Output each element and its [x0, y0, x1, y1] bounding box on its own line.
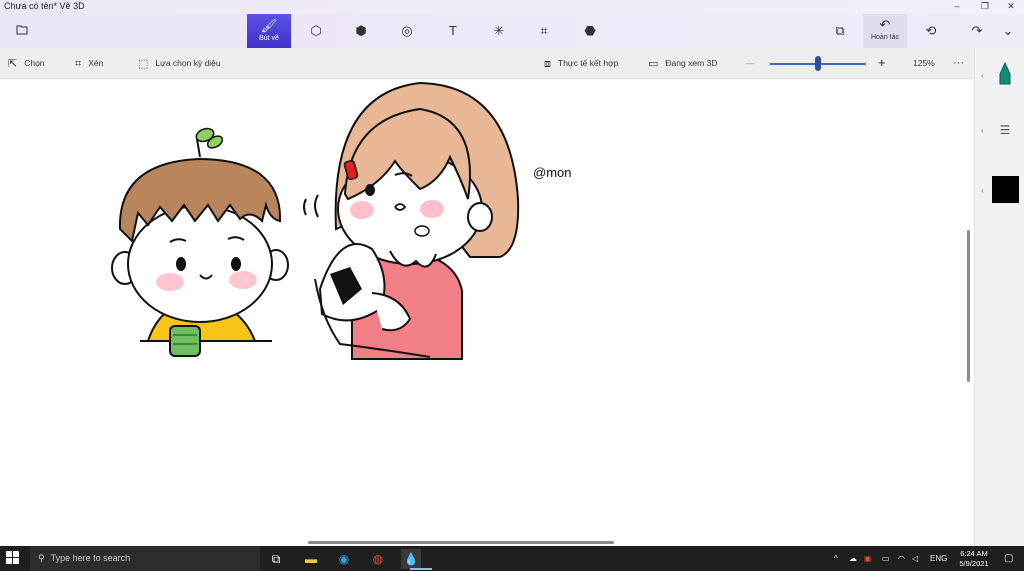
3d-library-icon: ⬣: [584, 23, 596, 38]
select-button[interactable]: ⇱ Chọn: [8, 48, 45, 78]
mixed-reality-button[interactable]: ⧈ Thực tế kết hợp: [544, 48, 618, 78]
horizontal-scrollbar[interactable]: [308, 541, 614, 544]
mixed-reality-label: Thực tế kết hợp: [558, 58, 619, 68]
redo-icon: ↷: [971, 23, 983, 38]
boy-drawing: [111, 127, 289, 357]
tool-2d-shapes[interactable]: ⬡: [294, 14, 338, 48]
girl-drawing: [303, 81, 520, 360]
view-3d-icon: ▭: [648, 58, 659, 70]
view-3d-button[interactable]: ▭ Đang xem 3D: [648, 48, 717, 78]
brush-selector[interactable]: ‹: [975, 61, 1024, 88]
show-hidden-icons[interactable]: ^: [834, 546, 838, 571]
chrome-icon[interactable]: ◍: [368, 549, 388, 569]
chevron-left-icon: ‹: [981, 126, 984, 135]
zoom-out-button[interactable]: —: [746, 48, 755, 78]
task-view-icon[interactable]: ⧉: [266, 549, 286, 569]
cloud-icon[interactable]: ☁: [849, 546, 857, 571]
drawing-canvas[interactable]: @mon: [0, 79, 974, 546]
close-button[interactable]: ✕: [998, 0, 1024, 14]
tool-effects[interactable]: ✳: [477, 14, 521, 48]
main-toolbar: 🖌 Bút vẽ ⬡ ⬢ ◎ T ✳ ⌗ ⬣ ⧉ ↶ Hoàn tác ⟲ ↷ …: [0, 14, 1024, 48]
current-color-swatch[interactable]: [992, 176, 1019, 203]
tool-3d-shapes[interactable]: ⬢: [339, 14, 383, 48]
vertical-scrollbar[interactable]: [967, 230, 970, 382]
zoom-value: 125%: [913, 58, 935, 68]
shapes-2d-icon: ⬡: [310, 23, 322, 38]
title-bar: Chưa có tên* Vẽ 3D – ❐ ✕: [0, 0, 1024, 14]
watermark-text: @mon: [533, 165, 572, 180]
magic-select-button[interactable]: ⬚ Lựa chọn kỳ diệu: [138, 48, 221, 78]
tool-3d-library[interactable]: ⬣: [568, 14, 612, 48]
marker-icon: [999, 61, 1011, 85]
undo-button[interactable]: ↶ Hoàn tác: [863, 14, 907, 48]
chevron-down-icon: ⌄: [1002, 23, 1014, 38]
clock-date: 5/9/2021: [959, 559, 989, 568]
paste-icon: ⧉: [835, 23, 845, 38]
undo-icon: ↶: [879, 17, 891, 32]
sticker-icon: ◎: [401, 23, 413, 38]
paint-3d-icon[interactable]: 💧: [401, 549, 421, 569]
chevron-left-icon: ‹: [981, 71, 984, 80]
brush-settings-button[interactable]: ‹ ☰: [975, 118, 1024, 142]
more-menu-button[interactable]: ⌄: [992, 14, 1024, 48]
select-label: Chọn: [24, 58, 45, 68]
wifi-icon[interactable]: ◠: [898, 546, 905, 571]
notification-icon[interactable]: ▢: [1004, 546, 1013, 571]
effects-icon: ✳: [493, 23, 505, 38]
window-title: Chưa có tên* Vẽ 3D: [4, 1, 85, 11]
volume-icon[interactable]: ◁: [912, 546, 918, 571]
language-indicator[interactable]: ENG: [930, 546, 947, 571]
right-side-panel: ‹ ‹ ☰ ‹: [974, 48, 1024, 546]
history-icon: ⟲: [925, 23, 937, 38]
minimize-button[interactable]: –: [944, 0, 970, 14]
mixed-reality-icon: ⧈: [544, 58, 551, 70]
search-placeholder: Type here to search: [50, 553, 131, 563]
cursor-icon: ⇱: [8, 58, 18, 70]
undo-label: Hoàn tác: [870, 34, 900, 41]
clock[interactable]: 6:24 AM 5/9/2021: [950, 549, 998, 569]
taskbar-search[interactable]: ⚲ Type here to search: [30, 546, 260, 571]
menu-button[interactable]: [0, 14, 44, 48]
antivirus-icon[interactable]: ▣: [864, 546, 872, 571]
start-button[interactable]: [6, 551, 20, 565]
color-picker[interactable]: ‹: [975, 176, 1024, 204]
clock-time: 6:24 AM: [960, 549, 988, 558]
crop-button[interactable]: ⌗ Xén: [75, 48, 103, 78]
paste-button[interactable]: ⧉: [818, 14, 862, 48]
active-app-indicator: [410, 568, 432, 570]
zoom-slider-thumb[interactable]: [815, 56, 821, 71]
tool-brushes[interactable]: 🖌 Bút vẽ: [247, 14, 291, 48]
file-explorer-icon[interactable]: ▬: [301, 549, 321, 569]
chevron-left-icon: ‹: [981, 186, 984, 195]
canvas-icon: ⌗: [540, 23, 548, 38]
tool-stickers[interactable]: ◎: [385, 14, 429, 48]
folder-icon: [16, 23, 28, 38]
search-icon: ⚲: [38, 553, 45, 563]
cube-icon: ⬢: [355, 23, 367, 38]
zoom-in-button[interactable]: +: [878, 48, 886, 78]
tool-canvas[interactable]: ⌗: [522, 14, 566, 48]
battery-icon[interactable]: ▭: [882, 546, 890, 571]
crop-label: Xén: [88, 58, 104, 68]
history-button[interactable]: ⟲: [909, 14, 953, 48]
magic-select-icon: ⬚: [138, 58, 149, 70]
crop-icon: ⌗: [75, 58, 82, 70]
magic-select-label: Lựa chọn kỳ diệu: [155, 58, 221, 68]
restore-button[interactable]: ❐: [972, 0, 998, 14]
sliders-icon: ☰: [999, 123, 1011, 137]
brush-icon: 🖌: [260, 18, 278, 33]
tool-text[interactable]: T: [431, 14, 475, 48]
text-icon: T: [449, 23, 457, 38]
tool-brushes-label: Bút vẽ: [259, 35, 279, 42]
more-options-button[interactable]: ···: [953, 48, 964, 78]
edge-icon[interactable]: ◉: [334, 549, 354, 569]
canvas-artwork: @mon: [111, 81, 572, 360]
view-3d-label: Đang xem 3D: [665, 58, 718, 68]
taskbar: ⚲ Type here to search ⧉ ▬ ◉ ◍ 💧 ^ ☁ ▣ ▭ ◠…: [0, 546, 1024, 571]
sub-toolbar: ⇱ Chọn ⌗ Xén ⬚ Lựa chọn kỳ diệu ⧈ Thực tế kế…: [0, 48, 974, 79]
